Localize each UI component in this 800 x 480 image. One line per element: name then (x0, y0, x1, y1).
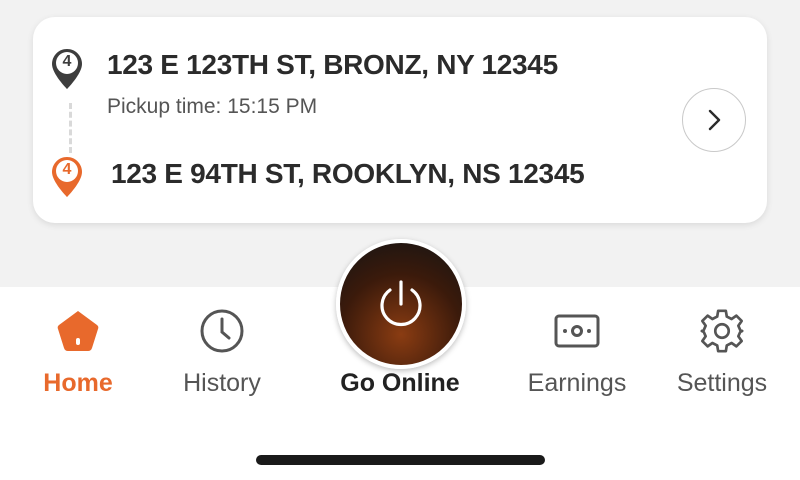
home-indicator[interactable] (256, 455, 545, 465)
power-icon (380, 280, 422, 327)
go-online-control[interactable]: Go Online (322, 239, 478, 417)
nav-home[interactable]: Home (20, 287, 136, 417)
pickup-address: 123 E 123TH ST, BRONZ, NY 12345 (107, 49, 558, 80)
nav-history[interactable]: History (160, 287, 284, 417)
go-online-button[interactable] (336, 239, 466, 369)
dropoff-stop-number: 4 (62, 161, 72, 178)
money-icon (553, 307, 601, 355)
trip-card[interactable]: 4 123 E 123TH ST, BRONZ, NY 12345 Pickup… (33, 17, 767, 223)
nav-home-label: Home (43, 369, 113, 397)
pickup-time: Pickup time: 15:15 PM (107, 95, 318, 118)
nav-history-label: History (183, 369, 261, 397)
nav-settings-label: Settings (676, 369, 768, 397)
gear-icon (698, 307, 746, 355)
nav-earnings[interactable]: Earnings (515, 287, 639, 417)
trip-details-button[interactable] (682, 88, 746, 152)
go-online-label: Go Online (340, 369, 460, 397)
clock-icon (198, 307, 246, 355)
pickup-stop-number: 4 (62, 53, 72, 70)
nav-settings[interactable]: Settings (660, 287, 784, 417)
route-connector (69, 103, 72, 153)
pickup-pin-icon: 4 (50, 47, 84, 91)
nav-earnings-label: Earnings (527, 369, 627, 397)
dropoff-pin-icon: 4 (50, 155, 84, 199)
home-icon (54, 307, 102, 355)
chevron-right-icon (708, 109, 721, 131)
dropoff-address: 123 E 94TH ST, ROOKLYN, NS 12345 (111, 158, 585, 189)
